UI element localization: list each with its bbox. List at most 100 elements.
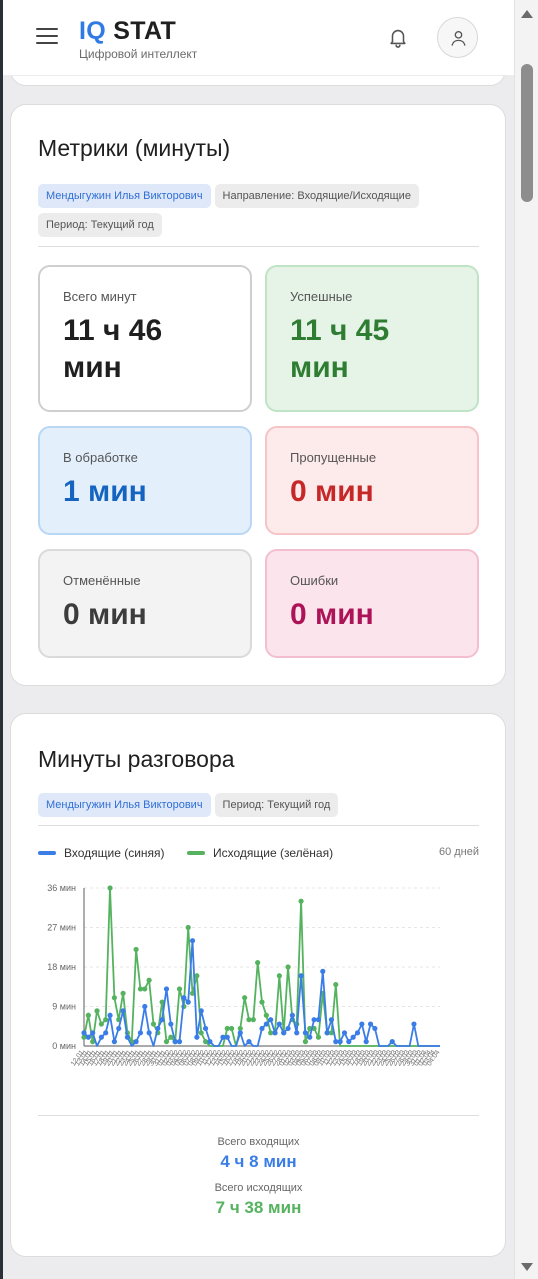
data-point-incoming bbox=[159, 1017, 165, 1023]
metric-processing-value: 1 мин bbox=[63, 475, 147, 508]
data-point-incoming bbox=[207, 1039, 213, 1045]
data-point-incoming bbox=[181, 995, 187, 1001]
bell-icon[interactable] bbox=[387, 26, 409, 48]
data-point-incoming bbox=[111, 1039, 117, 1045]
data-point-incoming bbox=[142, 1003, 148, 1010]
data-point-outgoing bbox=[263, 1012, 269, 1018]
metric-success-value: 11 ч 45 мин bbox=[290, 314, 390, 384]
legend-outgoing[interactable]: Исходящие (зелёная) bbox=[187, 846, 333, 860]
data-point-incoming bbox=[294, 1030, 300, 1036]
data-point-incoming bbox=[367, 1021, 374, 1027]
total-outgoing-value: 7 ч 38 мин bbox=[215, 1198, 302, 1217]
divider bbox=[38, 1115, 479, 1116]
metrics-filter-chips: Мендыгужин Илья Викторович Направление: В… bbox=[38, 184, 478, 242]
total-incoming-value: 4 ч 8 мин bbox=[220, 1152, 297, 1171]
data-point-incoming bbox=[285, 1025, 291, 1032]
data-point-incoming bbox=[163, 986, 170, 992]
data-point-outgoing bbox=[276, 973, 282, 979]
metric-success-label: Успешные bbox=[290, 289, 353, 304]
metric-missed-value: 0 мин bbox=[290, 475, 374, 508]
legend-incoming-label: Входящие (синяя) bbox=[64, 846, 165, 860]
metric-errors-value: 0 мин bbox=[290, 598, 374, 631]
data-point-outgoing bbox=[150, 1021, 157, 1027]
data-point-outgoing bbox=[94, 1008, 100, 1014]
chip-employee[interactable]: Мендыгужин Илья Викторович bbox=[38, 793, 211, 817]
data-point-incoming bbox=[237, 1030, 243, 1036]
data-point-incoming bbox=[268, 1017, 274, 1023]
data-point-incoming bbox=[124, 1034, 131, 1040]
data-point-incoming bbox=[224, 1034, 230, 1040]
menu-icon[interactable] bbox=[36, 28, 58, 46]
data-point-incoming bbox=[354, 1030, 361, 1036]
metric-total: Всего минут 11 ч 46 мин bbox=[38, 265, 252, 412]
data-point-outgoing bbox=[85, 1012, 91, 1018]
data-point-incoming bbox=[133, 1039, 139, 1045]
data-point-outgoing bbox=[255, 960, 261, 966]
scroll-down-arrow-icon[interactable] bbox=[521, 1263, 533, 1271]
scroll-up-arrow-icon[interactable] bbox=[521, 10, 533, 18]
data-point-incoming bbox=[85, 1034, 91, 1040]
metric-cancelled: Отменённые 0 мин bbox=[38, 549, 252, 658]
logo-stat: STAT bbox=[113, 17, 177, 45]
data-point-outgoing bbox=[333, 981, 339, 988]
logo-iq: IQ bbox=[79, 17, 106, 45]
data-point-incoming bbox=[411, 1021, 417, 1027]
data-point-incoming bbox=[350, 1034, 356, 1040]
data-point-incoming bbox=[176, 1039, 183, 1045]
data-point-outgoing bbox=[259, 999, 265, 1005]
data-point-outgoing bbox=[111, 995, 117, 1001]
data-point-incoming bbox=[202, 1025, 209, 1032]
logo[interactable]: IQ STAT bbox=[79, 18, 176, 44]
chip-period[interactable]: Период: Текущий год bbox=[214, 793, 339, 817]
data-point-incoming bbox=[289, 1012, 295, 1018]
user-icon bbox=[451, 30, 466, 46]
divider bbox=[38, 825, 479, 826]
data-point-incoming bbox=[259, 1025, 265, 1032]
period-days: 60 дней bbox=[438, 846, 479, 858]
data-point-outgoing bbox=[229, 1025, 235, 1032]
scrollbar-thumb[interactable] bbox=[521, 64, 533, 202]
metric-missed: Пропущенные 0 мин bbox=[265, 426, 479, 535]
data-point-incoming bbox=[359, 1021, 365, 1027]
data-point-incoming bbox=[276, 1021, 282, 1027]
data-point-incoming bbox=[146, 1030, 152, 1036]
chip-direction[interactable]: Направление: Входящие/Исходящие bbox=[214, 184, 419, 208]
legend-incoming[interactable]: Входящие (синяя) bbox=[38, 846, 165, 860]
data-point-incoming bbox=[315, 1017, 322, 1023]
metric-cancelled-value: 0 мин bbox=[63, 598, 147, 631]
data-point-outgoing bbox=[302, 1039, 309, 1045]
data-point-incoming bbox=[324, 1030, 330, 1036]
metric-errors: Ошибки 0 мин bbox=[265, 549, 479, 658]
metric-success: Успешные 11 ч 45 мин bbox=[265, 265, 479, 412]
data-point-outgoing bbox=[146, 977, 152, 983]
metrics-title: Метрики (минуты) bbox=[38, 135, 231, 161]
data-point-outgoing bbox=[285, 964, 291, 970]
data-point-outgoing bbox=[315, 1034, 322, 1040]
talk-minutes-card: Минуты разговора Мендыгужин Илья Викторо… bbox=[10, 713, 506, 1257]
talk-minutes-title: Минуты разговора bbox=[38, 746, 235, 772]
data-point-incoming bbox=[98, 1034, 104, 1040]
y-tick-label: 27 мин bbox=[47, 923, 76, 933]
data-point-incoming bbox=[137, 1030, 144, 1036]
data-point-incoming bbox=[155, 1025, 161, 1032]
y-tick-label: 36 мин bbox=[47, 883, 76, 893]
data-point-outgoing bbox=[176, 986, 183, 992]
chip-period[interactable]: Период: Текущий год bbox=[38, 213, 162, 237]
avatar[interactable] bbox=[437, 17, 478, 58]
header: IQ STAT Цифровой интеллект bbox=[3, 0, 514, 76]
data-point-outgoing bbox=[133, 946, 139, 953]
data-point-incoming bbox=[346, 1039, 352, 1045]
legend-outgoing-label: Исходящие (зелёная) bbox=[213, 846, 334, 860]
data-point-outgoing bbox=[250, 1017, 256, 1023]
total-outgoing-label: Всего исходящих bbox=[214, 1182, 303, 1194]
chip-employee[interactable]: Мендыгужин Илья Викторович bbox=[38, 184, 211, 208]
scrollbar[interactable] bbox=[514, 0, 538, 1279]
app: IQ STAT Цифровой интеллект Метрики (мину… bbox=[3, 0, 514, 1279]
data-point-incoming bbox=[328, 1017, 335, 1023]
data-point-incoming bbox=[116, 1025, 122, 1032]
data-point-incoming bbox=[341, 1030, 348, 1036]
data-point-outgoing bbox=[298, 898, 304, 904]
data-point-incoming bbox=[363, 1039, 369, 1045]
data-point-incoming bbox=[185, 999, 191, 1005]
divider bbox=[38, 246, 479, 247]
